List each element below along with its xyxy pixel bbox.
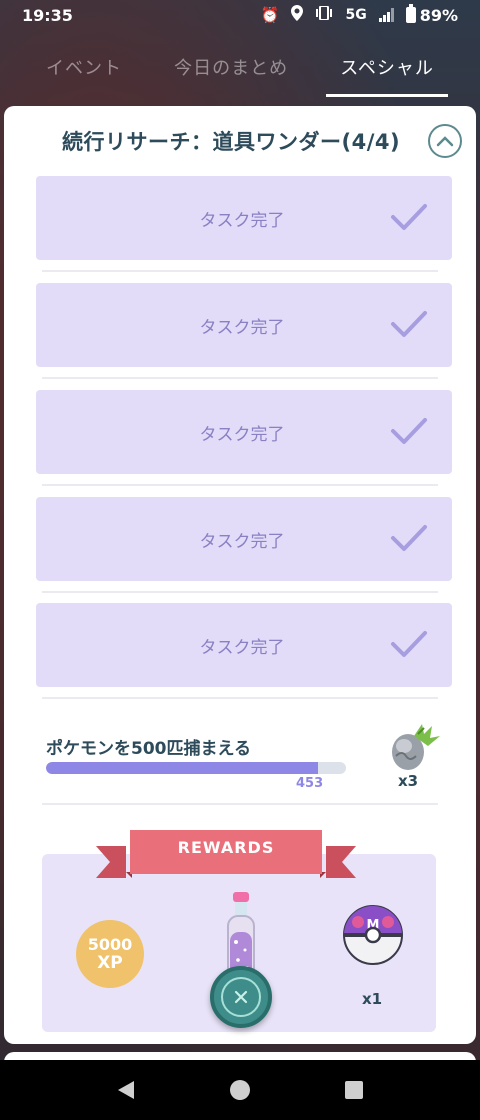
chevron-up-icon	[436, 136, 454, 147]
close-button[interactable]	[210, 966, 272, 1028]
research-card: 続行リサーチ：道具ワンダー(4/4) タスク完了 タスク完了 タスク完了 タスク…	[4, 106, 476, 1044]
divider	[42, 270, 438, 272]
signal-icon	[378, 8, 394, 22]
alarm-icon: ⏰	[260, 6, 280, 24]
checkmark-icon	[391, 204, 427, 230]
xp-amount: 5000	[87, 934, 133, 954]
research-title: 続行リサーチ：道具ワンダー(4/4)	[62, 130, 401, 154]
tab-special[interactable]: スペシャル	[326, 46, 448, 97]
status-bar: 19:35 ⏰ 5G 89%	[0, 0, 480, 30]
master-ball-count: x1	[362, 990, 383, 1008]
divider	[42, 377, 438, 379]
vibrate-icon	[315, 5, 333, 24]
divider	[42, 484, 438, 486]
xp-reward-badge: 5000 XP	[76, 920, 144, 988]
recents-icon[interactable]	[344, 1080, 364, 1100]
checkmark-icon	[391, 311, 427, 337]
task-progress-fill	[46, 762, 318, 774]
tab-bar: イベント 今日のまとめ スペシャル	[0, 46, 480, 97]
close-icon	[234, 990, 248, 1004]
checkmark-icon	[391, 525, 427, 551]
task-progress-bar	[46, 762, 346, 774]
xp-unit: XP	[97, 952, 123, 973]
tab-events[interactable]: イベント	[32, 46, 136, 94]
task-progress-value: 453	[296, 776, 324, 791]
completed-task[interactable]: タスク完了	[36, 497, 452, 581]
tab-today-summary[interactable]: 今日のまとめ	[160, 46, 302, 94]
network-type: 5G	[345, 7, 367, 23]
divider	[42, 591, 438, 593]
collapse-button[interactable]	[428, 124, 462, 158]
home-icon[interactable]	[229, 1079, 251, 1101]
divider	[42, 803, 438, 805]
battery-icon	[405, 4, 416, 23]
close-button-ring	[221, 977, 261, 1017]
divider	[42, 697, 438, 699]
completed-task[interactable]: タスク完了	[36, 390, 452, 474]
current-task-label: ポケモンを500匹捕まえる	[46, 739, 251, 759]
master-ball-icon: M	[343, 905, 403, 965]
system-nav-bar	[0, 1060, 480, 1120]
location-icon	[291, 5, 304, 25]
checkmark-icon	[391, 418, 427, 444]
battery-indicator: 89%	[405, 4, 458, 25]
status-icons: ⏰ 5G 89%	[260, 4, 458, 25]
checkmark-icon	[391, 631, 427, 657]
battery-level: 89%	[419, 5, 458, 25]
completed-task[interactable]: タスク完了	[36, 283, 452, 367]
completed-task[interactable]: タスク完了	[36, 603, 452, 687]
stone-reward-count: x3	[398, 772, 419, 790]
back-icon[interactable]	[116, 1079, 136, 1101]
status-time: 19:35	[22, 5, 73, 25]
completed-task[interactable]: タスク完了	[36, 176, 452, 260]
rewards-banner-label: REWARDS	[177, 838, 275, 857]
